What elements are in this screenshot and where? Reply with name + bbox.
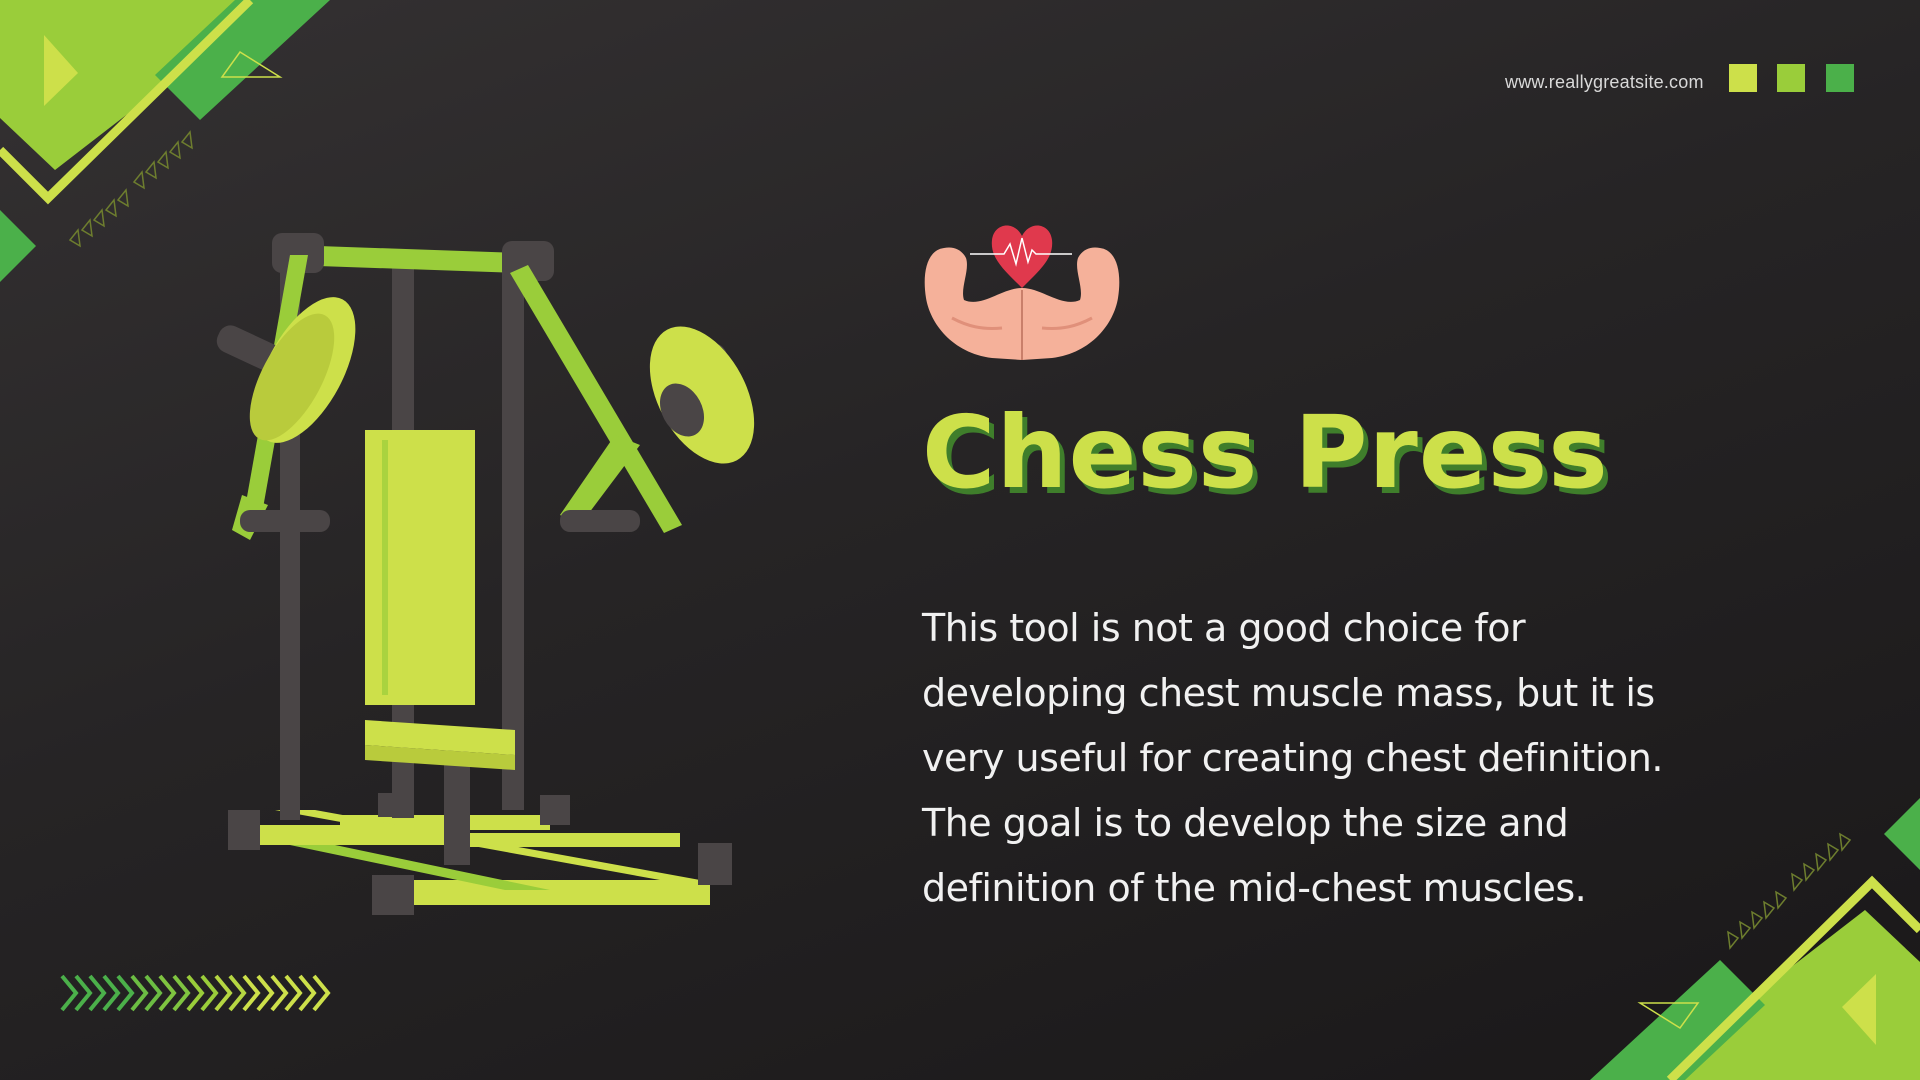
website-url: www.reallygreatsite.com	[1505, 72, 1704, 92]
corner-decoration-bottom-right	[1590, 798, 1920, 1080]
slide-title: Chess Press	[922, 394, 1609, 511]
chevron-strip-decoration	[60, 974, 331, 1012]
slide-description: This tool is not a good choice for devel…	[922, 606, 1663, 910]
decor-square-lime	[1729, 64, 1757, 92]
decor-square-green	[1826, 64, 1854, 92]
chest-press-machine-illustration	[216, 233, 755, 915]
decor-square-light-green	[1777, 64, 1805, 92]
flexed-arms-heart-icon	[924, 225, 1120, 360]
